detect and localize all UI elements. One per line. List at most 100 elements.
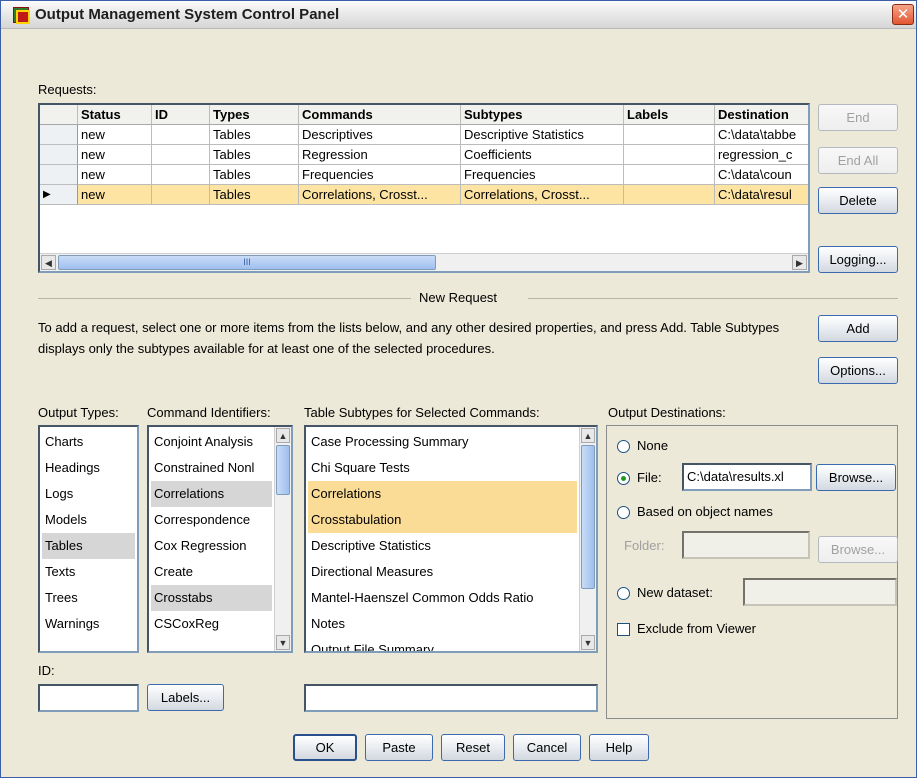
- table-cell: C:\data\coun: [715, 165, 808, 185]
- output-type-item[interactable]: Headings: [42, 455, 135, 481]
- ok-button[interactable]: OK: [293, 734, 357, 761]
- new-dataset-label: New dataset:: [637, 585, 713, 600]
- requests-grid[interactable]: Status ID Types Commands Subtypes Labels Desti…: [38, 103, 810, 273]
- add-button[interactable]: Add: [818, 315, 898, 342]
- end-all-button[interactable]: End All: [818, 147, 898, 174]
- output-type-item[interactable]: Charts: [42, 429, 135, 455]
- window-title: Output Management System Control Panel: [35, 6, 340, 23]
- table-cell: Tables: [210, 165, 299, 185]
- command-item[interactable]: Conjoint Analysis: [151, 429, 272, 455]
- table-cell: new: [78, 145, 152, 165]
- folder-input[interactable]: [682, 531, 810, 559]
- close-button[interactable]: ✕: [892, 4, 914, 25]
- command-item[interactable]: Correlations: [151, 481, 272, 507]
- help-button[interactable]: Help: [589, 734, 649, 761]
- command-item[interactable]: Correspondence: [151, 507, 272, 533]
- table-cell: [152, 165, 210, 185]
- labels-input[interactable]: [304, 684, 598, 712]
- column-header[interactable]: Labels: [624, 105, 715, 125]
- command-item[interactable]: CSCoxReg: [151, 611, 272, 637]
- new-dataset-radio[interactable]: [617, 587, 630, 600]
- table-subtypes-list[interactable]: Case Processing Summary Chi Square Tests C…: [304, 425, 598, 653]
- subtypes-list-scrollbar[interactable]: ▲ ▼: [579, 427, 596, 651]
- subtype-item[interactable]: Mantel-Haenszel Common Odds Ratio: [308, 585, 577, 611]
- command-list-scrollbar[interactable]: ▲ ▼: [274, 427, 291, 651]
- output-type-item[interactable]: Models: [42, 507, 135, 533]
- row-header[interactable]: [40, 145, 78, 165]
- based-on-names-label: Based on object names: [637, 504, 773, 519]
- subtype-item[interactable]: Descriptive Statistics: [308, 533, 577, 559]
- based-on-names-radio[interactable]: [617, 506, 630, 519]
- output-type-item[interactable]: Texts: [42, 559, 135, 585]
- row-header[interactable]: [40, 165, 78, 185]
- output-type-item[interactable]: Tables: [42, 533, 135, 559]
- table-cell: [152, 145, 210, 165]
- command-item[interactable]: Crosstabs: [151, 585, 272, 611]
- output-destinations-group: None File: C:\data\results.xl Browse... …: [606, 425, 898, 719]
- horizontal-scrollbar[interactable]: ◀ III ▶: [40, 253, 808, 271]
- browse-file-button[interactable]: Browse...: [816, 464, 896, 491]
- none-radio[interactable]: [617, 440, 630, 453]
- table-row[interactable]: new Tables Regression Coefficients regressio…: [40, 145, 808, 165]
- table-cell: Correlations, Crosst...: [299, 185, 461, 205]
- new-request-heading: New Request: [419, 290, 498, 305]
- subtype-item[interactable]: Directional Measures: [308, 559, 577, 585]
- subtype-item[interactable]: Output File Summary: [308, 637, 577, 651]
- subtype-item[interactable]: Chi Square Tests: [308, 455, 577, 481]
- output-type-item[interactable]: Trees: [42, 585, 135, 611]
- logging-button[interactable]: Logging...: [818, 246, 898, 273]
- dialog-window: Output Management System Control Panel ✕…: [0, 0, 917, 778]
- exclude-checkbox[interactable]: [617, 623, 630, 636]
- column-header[interactable]: Subtypes: [461, 105, 624, 125]
- table-cell: regression_c: [715, 145, 808, 165]
- browse-folder-button[interactable]: Browse...: [818, 536, 898, 563]
- options-button[interactable]: Options...: [818, 357, 898, 384]
- table-row[interactable]: new Tables Descriptives Descriptive Statist…: [40, 125, 808, 145]
- subtype-item[interactable]: Correlations: [308, 481, 577, 507]
- output-types-label: Output Types:: [38, 405, 119, 420]
- title-bar[interactable]: Output Management System Control Panel ✕: [1, 1, 916, 29]
- column-header[interactable]: Types: [210, 105, 299, 125]
- row-header[interactable]: [40, 125, 78, 145]
- subtype-item[interactable]: Notes: [308, 611, 577, 637]
- id-input[interactable]: [38, 684, 139, 712]
- output-type-item[interactable]: Logs: [42, 481, 135, 507]
- row-header[interactable]: ▶: [40, 185, 78, 205]
- subtype-item[interactable]: Crosstabulation: [308, 507, 577, 533]
- reset-button[interactable]: Reset: [441, 734, 505, 761]
- column-header[interactable]: Commands: [299, 105, 461, 125]
- table-cell: Descriptive Statistics: [461, 125, 624, 145]
- column-header[interactable]: ID: [152, 105, 210, 125]
- table-row[interactable]: new Tables Frequencies Frequencies C:\data\c…: [40, 165, 808, 185]
- scroll-up-icon[interactable]: ▲: [276, 428, 290, 443]
- scroll-down-icon[interactable]: ▼: [581, 635, 595, 650]
- scroll-thumb[interactable]: III: [58, 255, 436, 270]
- command-identifiers-list[interactable]: Conjoint Analysis Constrained Nonl Correla…: [147, 425, 293, 653]
- command-item[interactable]: Constrained Nonl: [151, 455, 272, 481]
- scroll-thumb[interactable]: [276, 445, 290, 495]
- file-radio[interactable]: [617, 472, 630, 485]
- output-types-list[interactable]: Charts Headings Logs Models Tables Texts Trees…: [38, 425, 139, 653]
- column-header[interactable]: Destination: [715, 105, 808, 125]
- scroll-left-icon[interactable]: ◀: [41, 255, 56, 270]
- end-button[interactable]: End: [818, 104, 898, 131]
- cancel-button[interactable]: Cancel: [513, 734, 581, 761]
- column-header[interactable]: Status: [78, 105, 152, 125]
- command-item[interactable]: Create: [151, 559, 272, 585]
- file-label: File:: [637, 470, 662, 485]
- scroll-up-icon[interactable]: ▲: [581, 428, 595, 443]
- requests-label: Requests:: [38, 82, 97, 97]
- file-path-input[interactable]: C:\data\results.xl: [682, 463, 812, 491]
- subtype-item[interactable]: Case Processing Summary: [308, 429, 577, 455]
- new-dataset-input[interactable]: [743, 578, 897, 606]
- scroll-right-icon[interactable]: ▶: [792, 255, 807, 270]
- command-item[interactable]: Cox Regression: [151, 533, 272, 559]
- scroll-down-icon[interactable]: ▼: [276, 635, 290, 650]
- delete-button[interactable]: Delete: [818, 187, 898, 214]
- scroll-thumb[interactable]: [581, 445, 595, 589]
- paste-button[interactable]: Paste: [365, 734, 433, 761]
- grid-corner-cell: [40, 105, 78, 125]
- labels-button[interactable]: Labels...: [147, 684, 224, 711]
- table-row[interactable]: ▶ new Tables Correlations, Crosst... Correla…: [40, 185, 808, 205]
- output-type-item[interactable]: Warnings: [42, 611, 135, 637]
